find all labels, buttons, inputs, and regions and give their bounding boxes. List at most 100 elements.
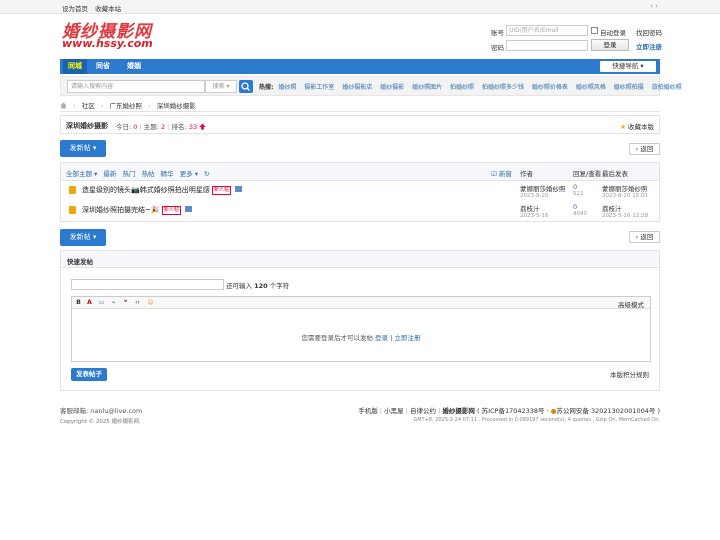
nav-item-tongcheng[interactable]: 同城: [63, 59, 87, 74]
back-button-bottom[interactable]: ‹ 返回: [629, 231, 660, 243]
thread-title-text[interactable]: 造星级别的镜头📷韩式婚纱照拍出明星感: [82, 186, 210, 194]
new-post-button-bottom[interactable]: 发新帖 ▾: [60, 229, 106, 246]
filter-digest[interactable]: 精华: [161, 170, 174, 178]
refresh-icon[interactable]: ↻: [204, 170, 209, 178]
thread-title-text[interactable]: 深圳婚纱照拍摄完结~🎉: [82, 206, 160, 214]
police-record[interactable]: 苏公网安备 32021302001004号 ): [556, 407, 660, 415]
hot-word[interactable]: 婚纱照拍摄: [614, 84, 644, 91]
hot-word[interactable]: 婚纱照风格: [576, 84, 606, 91]
password-label: 密码: [491, 44, 504, 52]
quote-icon[interactable]: ❝: [122, 299, 129, 306]
blacklist-link[interactable]: 小黑屋: [384, 407, 404, 415]
last-post-user[interactable]: 荔枝汁: [602, 203, 648, 213]
forgot-password-link[interactable]: 找回密码: [636, 27, 662, 37]
post-title-input[interactable]: [71, 279, 224, 290]
hot-search-label: 热搜:: [259, 84, 274, 91]
email-label: 客服邮箱:: [60, 407, 89, 415]
server-stats: GMT+8, 2025-3-24 07:11 , Processed in 0.…: [413, 417, 660, 423]
breadcrumb-item[interactable]: 深圳婚纱摄影: [157, 102, 196, 110]
hot-word[interactable]: 拍婚纱照: [450, 84, 474, 91]
forum-name[interactable]: 深圳婚纱摄影: [66, 121, 108, 131]
account-label: 账号: [491, 29, 504, 37]
advanced-mode-link[interactable]: 高级模式: [618, 299, 644, 309]
new-window-toggle[interactable]: ☑ 新窗: [491, 168, 512, 178]
login-notice: 您需要登录后才可以发帖 登录 | 立即注册: [72, 332, 650, 342]
search-button[interactable]: [239, 80, 253, 93]
convention-link[interactable]: 自律公约: [410, 407, 436, 415]
author-name[interactable]: 荔枝汁: [520, 203, 548, 213]
folder-icon[interactable]: [69, 186, 76, 194]
hot-word[interactable]: 摄影工作室: [304, 84, 334, 91]
post-editor[interactable]: B A ▭ ⌁ ❝ ‹› ☺ 高级模式 您需要登录后才可以发帖 登录 | 立即注…: [71, 296, 651, 362]
site-logo-url[interactable]: www.hssy.com: [62, 37, 153, 50]
last-post-time[interactable]: 2023-8-20 15:01: [602, 193, 648, 199]
notice-register-link[interactable]: 立即注册: [394, 334, 420, 342]
icp-number[interactable]: ( 苏ICP备17042338号 ·: [477, 407, 549, 415]
reply-count[interactable]: 0: [573, 203, 587, 211]
hot-word[interactable]: 婚纱照: [278, 84, 296, 91]
reply-count[interactable]: 0: [573, 183, 584, 191]
last-post-time[interactable]: 2023-5-16 12:28: [602, 213, 648, 219]
main-nav: 同城 同省 婚姻 快捷导航 ▾: [60, 59, 660, 74]
back-button[interactable]: ‹ 返回: [629, 143, 660, 155]
breadcrumb-item[interactable]: 广东婚纱照: [110, 102, 143, 110]
tip-prefix: 还可输入: [226, 282, 252, 290]
search-type-select[interactable]: 搜索 ▾: [205, 80, 237, 93]
editor-toolbar: B A ▭ ⌁ ❝ ‹› ☺ 高级模式: [72, 297, 650, 309]
thread-counts: 0 4040: [573, 203, 587, 217]
image-insert-icon[interactable]: ▭: [98, 299, 105, 306]
hot-word[interactable]: 旅拍婚纱照: [652, 84, 682, 91]
filter-more[interactable]: 更多 ▾: [180, 170, 198, 178]
footer-site-name[interactable]: 婚纱摄影网: [442, 407, 475, 415]
thread-title[interactable]: 深圳婚纱照拍摄完结~🎉 新人帖: [82, 205, 193, 215]
last-post: 荔枝汁 2023-5-16 12:28: [602, 203, 648, 219]
account-input[interactable]: UID/用户名/Email: [506, 25, 588, 36]
submit-post-button[interactable]: 发表帖子: [71, 368, 107, 381]
switch-arrows-icon[interactable]: ‹ ›: [650, 2, 658, 10]
last-post-user[interactable]: 蒙娜丽莎婚纱照: [602, 183, 648, 193]
bold-icon[interactable]: B: [75, 299, 82, 306]
home-icon[interactable]: [60, 102, 67, 109]
credit-rules-link[interactable]: 本版积分规则: [610, 369, 649, 379]
hot-word[interactable]: 婚纱摄影店: [342, 84, 372, 91]
set-home-link[interactable]: 设为首页: [62, 5, 88, 13]
auto-login-checkbox[interactable]: [591, 27, 598, 34]
today-label: 今日:: [116, 123, 132, 131]
today-count: 0: [133, 123, 138, 131]
hot-word[interactable]: 婚纱照价格表: [532, 84, 568, 91]
search-input[interactable]: 请输入搜索内容: [67, 80, 205, 93]
font-color-icon[interactable]: A: [86, 299, 93, 306]
filter-all[interactable]: 全部主题 ▾: [66, 170, 97, 178]
password-input[interactable]: [506, 40, 588, 51]
nav-item-hunyin[interactable]: 婚姻: [122, 59, 146, 74]
nav-item-tongsheng[interactable]: 同省: [91, 59, 115, 74]
login-button[interactable]: 登录: [591, 39, 629, 51]
topics-count: 2: [161, 123, 166, 131]
author-name[interactable]: 蒙娜丽莎婚纱照: [520, 183, 566, 193]
table-row: 造星级别的镜头📷韩式婚纱照拍出明星感 新人帖 蒙娜丽莎婚纱照 2023-8-20…: [61, 182, 659, 202]
hot-word[interactable]: 拍婚纱照多少钱: [482, 84, 524, 91]
thread-list-header: 全部主题 ▾ 最新 热门 热帖 精华 更多 ▾ ↻ ☑ 新窗 作者 回复/查看 …: [61, 163, 659, 181]
filter-hot-post[interactable]: 热帖: [142, 170, 155, 178]
folder-icon[interactable]: [69, 206, 76, 214]
mobile-link[interactable]: 手机版: [358, 407, 378, 415]
thread-author: 蒙娜丽莎婚纱照 2023-8-20: [520, 183, 566, 199]
support-email[interactable]: nanlu@live.com: [90, 407, 142, 415]
breadcrumb-item[interactable]: 社区: [82, 102, 95, 110]
link-icon[interactable]: ⌁: [110, 299, 117, 306]
breadcrumb-sep: ›: [148, 102, 151, 110]
smiley-icon[interactable]: ☺: [147, 299, 154, 306]
new-post-button[interactable]: 发新帖 ▾: [60, 140, 106, 157]
post-date: 2023-8-20: [520, 193, 549, 199]
favorite-forum-link[interactable]: ★ 收藏本版: [620, 121, 654, 131]
code-icon[interactable]: ‹›: [134, 299, 141, 306]
filter-hot[interactable]: 热门: [123, 170, 136, 178]
filter-latest[interactable]: 最新: [103, 170, 116, 178]
bookmark-link[interactable]: 收藏本站: [95, 5, 121, 13]
thread-title[interactable]: 造星级别的镜头📷韩式婚纱照拍出明星感 新人帖: [82, 185, 243, 195]
notice-login-link[interactable]: 登录: [375, 334, 388, 342]
register-link[interactable]: 立即注册: [636, 41, 662, 51]
hot-word[interactable]: 婚纱照图片: [412, 84, 442, 91]
quick-nav-button[interactable]: 快捷导航 ▾: [600, 61, 656, 72]
hot-word[interactable]: 婚纱摄影: [380, 84, 404, 91]
